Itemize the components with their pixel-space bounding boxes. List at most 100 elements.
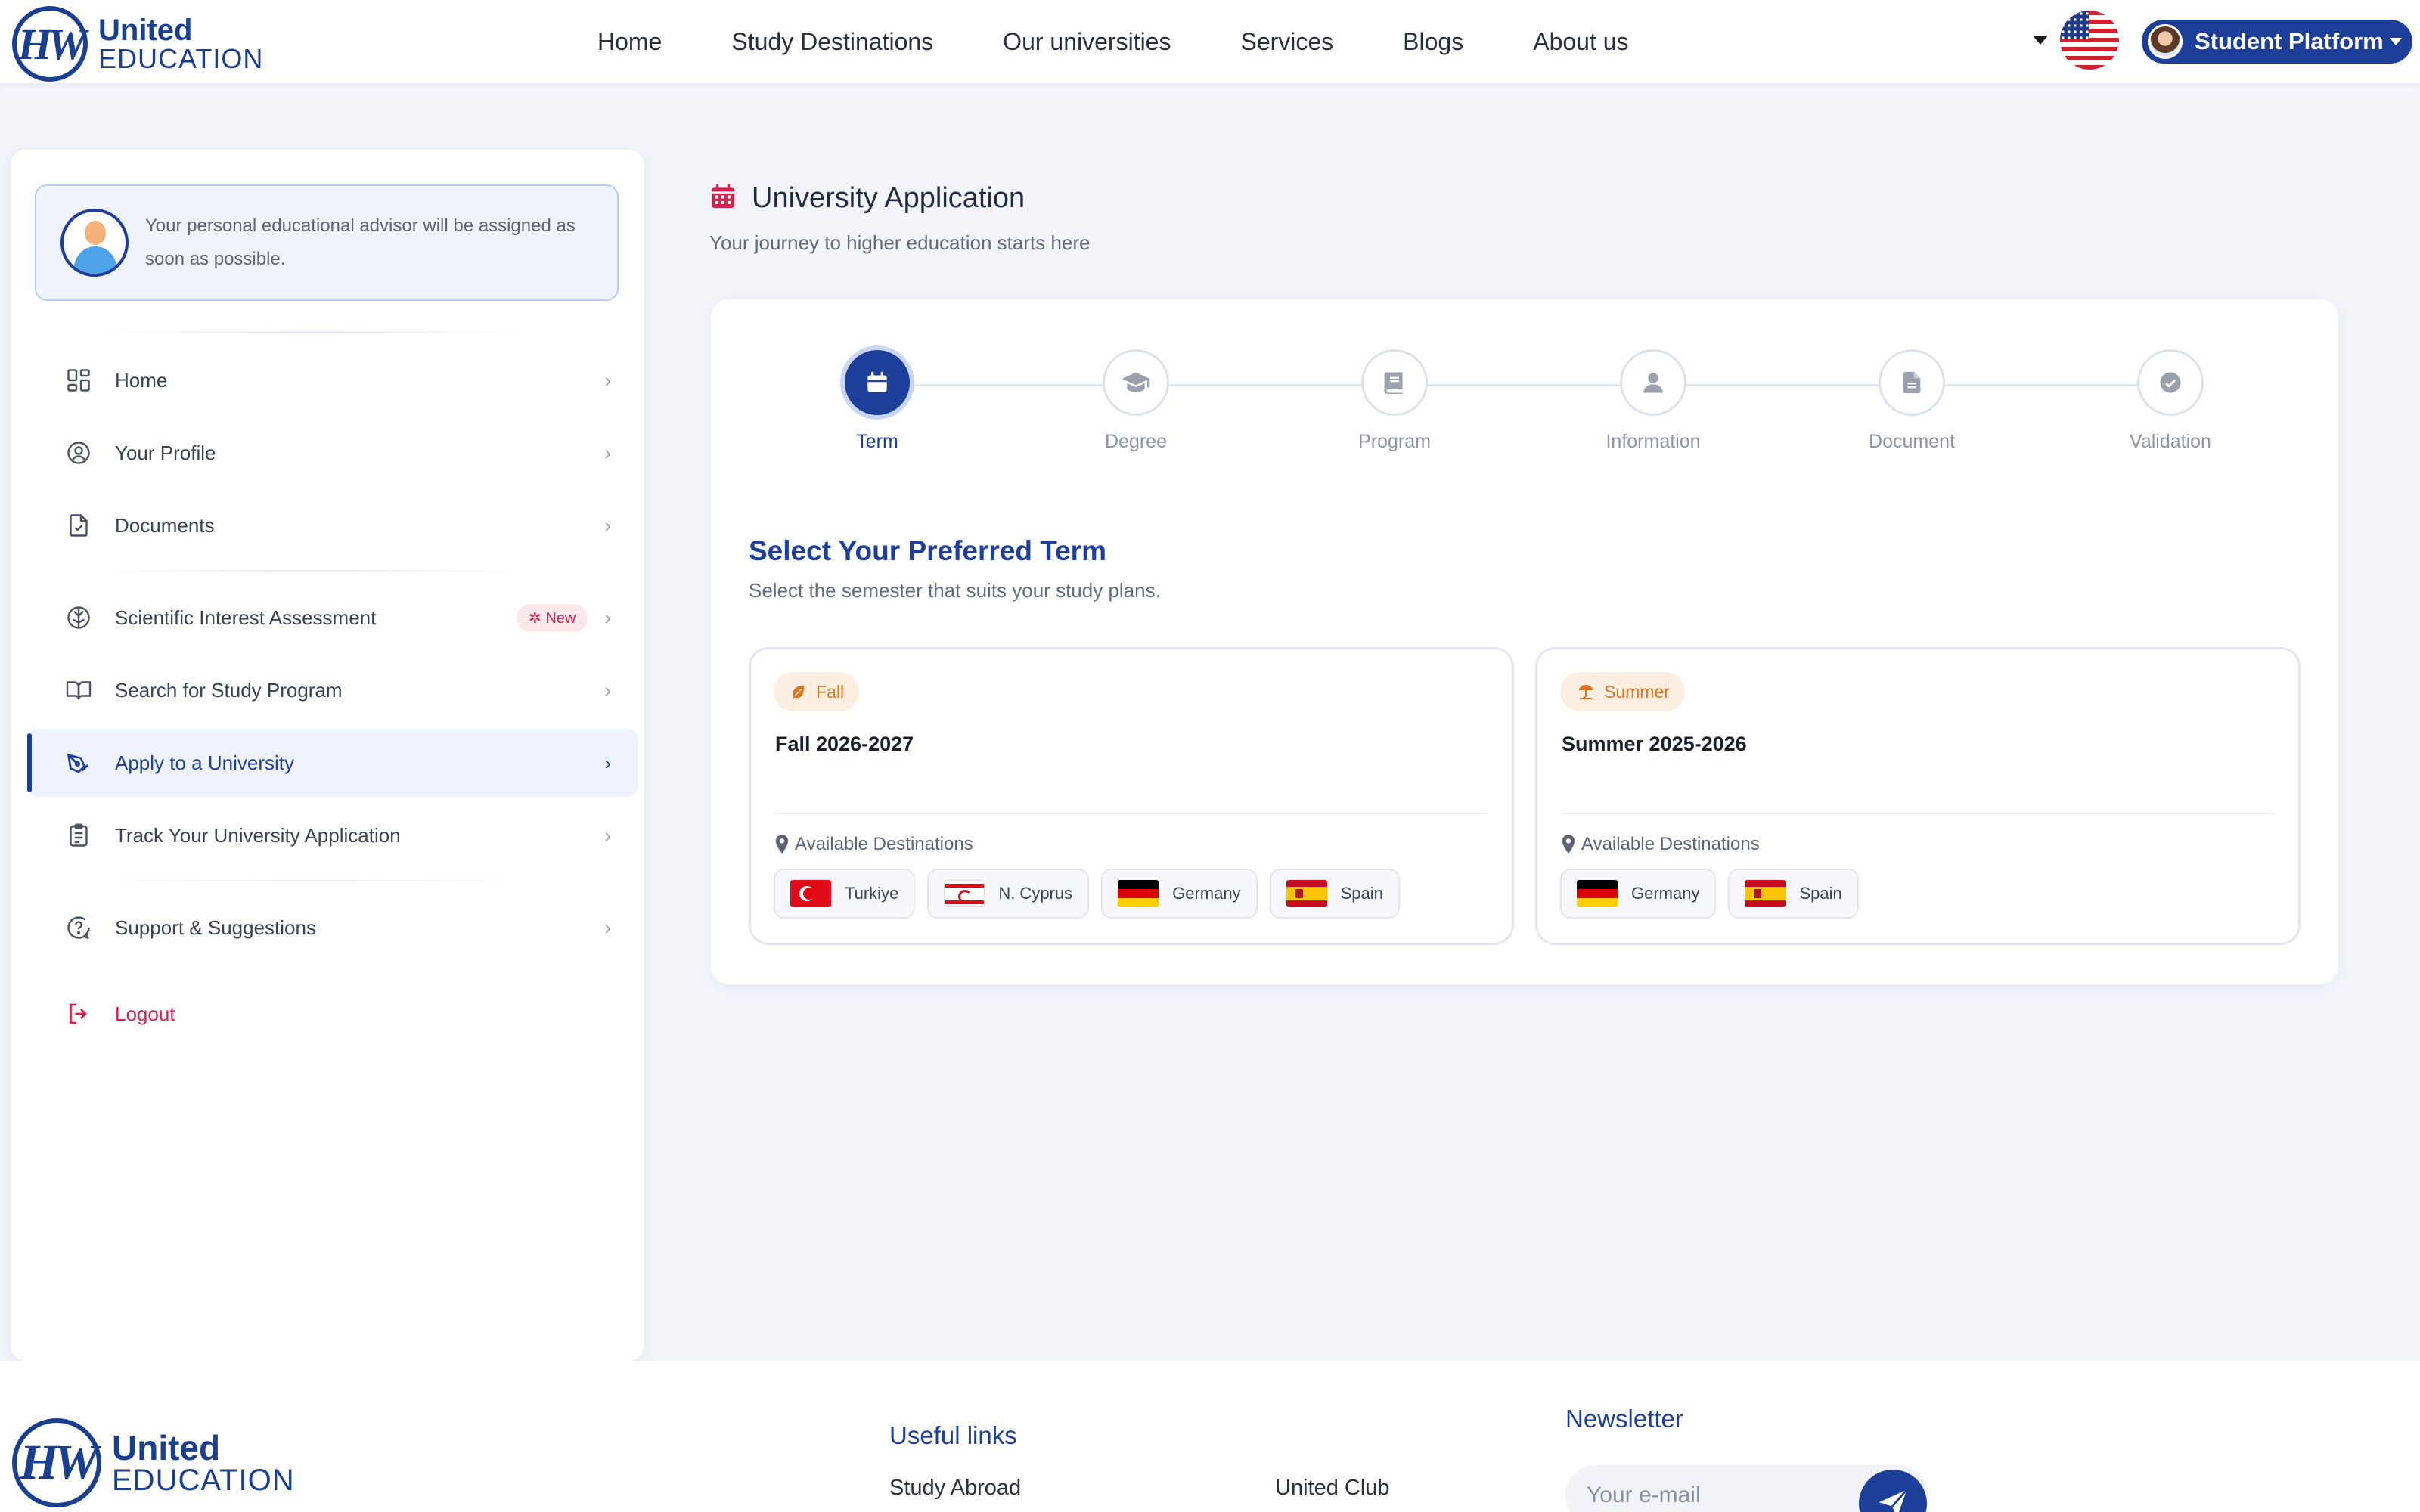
step-label: Program xyxy=(1358,431,1431,452)
sidebar-item-documents[interactable]: Documents › xyxy=(27,491,638,559)
available-destinations-label: Available Destinations xyxy=(1560,834,1760,855)
chevron-right-icon: › xyxy=(604,368,611,392)
sidebar: Your personal educational advisor will b… xyxy=(11,150,644,1361)
destination-name: Spain xyxy=(1799,884,1842,903)
nav-home[interactable]: Home xyxy=(597,28,662,56)
chevron-right-icon: › xyxy=(604,606,611,629)
sidebar-divider xyxy=(101,880,525,881)
sidebar-item-label: Logout xyxy=(115,1002,175,1025)
user-circle-icon xyxy=(62,436,95,469)
advisor-text: Your personal educational advisor will b… xyxy=(145,215,576,269)
nav-services[interactable]: Services xyxy=(1240,28,1333,56)
spain-flag-icon xyxy=(1286,880,1327,907)
sidebar-item-support-suggestions[interactable]: Support & Suggestions › xyxy=(27,894,638,962)
term-card-fall[interactable]: Fall Fall 2026-2027 Available Destinatio… xyxy=(749,647,1514,945)
step-program[interactable]: Program xyxy=(1304,349,1485,453)
destination-name: N. Cyprus xyxy=(998,884,1073,903)
sidebar-item-scientific-interest-assessment[interactable]: Scientific Interest Assessment ✲ New › xyxy=(27,584,638,652)
sidebar-item-search-study-program[interactable]: Search for Study Program › xyxy=(27,656,638,724)
chevron-right-icon: › xyxy=(604,678,611,702)
user-icon xyxy=(1620,349,1686,416)
destination-name: Germany xyxy=(1172,884,1241,903)
caret-down-icon xyxy=(2033,36,2048,45)
term-name: Summer 2025-2026 xyxy=(1562,733,1747,755)
step-label: Information xyxy=(1606,431,1701,452)
sidebar-item-label: Home xyxy=(115,368,168,392)
beach-umbrella-icon xyxy=(1579,685,1593,699)
logo-mark: HW xyxy=(12,6,88,82)
available-destinations-text: Available Destinations xyxy=(795,834,973,854)
document-icon xyxy=(1879,349,1945,416)
logout-icon xyxy=(62,997,95,1030)
spain-flag-icon xyxy=(1745,880,1786,907)
sidebar-item-label: Your Profile xyxy=(115,441,216,464)
nav-study-destinations[interactable]: Study Destinations xyxy=(731,28,933,56)
step-label: Document xyxy=(1869,431,1955,452)
logo-line-1: United xyxy=(98,14,193,47)
sidebar-item-track-application[interactable]: Track Your University Application › xyxy=(27,801,638,869)
destination-chip-spain[interactable]: Spain xyxy=(1269,869,1400,919)
nav-our-universities[interactable]: Our universities xyxy=(1003,28,1171,56)
destination-list: Germany Spain xyxy=(1560,869,1871,919)
sidebar-item-apply-to-university[interactable]: Apply to a University › xyxy=(27,729,638,797)
step-label: Degree xyxy=(1105,431,1167,452)
section-subtitle: Select the semester that suits your stud… xyxy=(749,579,1161,602)
turkiye-flag-icon xyxy=(790,880,831,907)
footer: HW United EDUCATION Useful links Study A… xyxy=(0,1361,2420,1512)
sidebar-item-your-profile[interactable]: Your Profile › xyxy=(27,419,638,487)
sidebar-item-home[interactable]: Home › xyxy=(27,346,638,414)
destination-chip-germany[interactable]: Germany xyxy=(1101,869,1258,919)
map-pin-icon xyxy=(775,835,789,854)
new-badge-label: New xyxy=(545,609,576,627)
sidebar-item-label: Search for Study Program xyxy=(115,678,343,702)
chevron-down-icon xyxy=(2390,38,2402,45)
check-circle-icon xyxy=(2137,349,2204,416)
sidebar-item-label: Apply to a University xyxy=(115,751,294,774)
student-platform-label: Student Platform xyxy=(2195,28,2384,54)
term-badge-label: Fall xyxy=(816,681,845,702)
step-validation[interactable]: Validation xyxy=(2080,349,2261,453)
available-destinations-label: Available Destinations xyxy=(774,834,973,855)
chevron-right-icon: › xyxy=(604,751,611,774)
step-term[interactable]: Term xyxy=(786,345,968,453)
student-platform-button[interactable]: Student Platform xyxy=(2142,20,2412,64)
term-card-summer[interactable]: Summer Summer 2025-2026 Available Destin… xyxy=(1535,647,2301,945)
term-badge-label: Summer xyxy=(1604,681,1670,702)
logo-text: United EDUCATION xyxy=(112,1430,295,1495)
germany-flag-icon xyxy=(1118,880,1159,907)
graduation-cap-icon xyxy=(1103,349,1169,416)
logo-line-2: EDUCATION xyxy=(112,1464,295,1497)
step-information[interactable]: Information xyxy=(1562,349,1744,453)
section-title: Select Your Preferred Term xyxy=(749,535,1106,566)
footer-logo[interactable]: HW United EDUCATION xyxy=(12,1418,295,1507)
clipboard-icon xyxy=(62,819,95,852)
destination-chip-spain[interactable]: Spain xyxy=(1728,869,1859,919)
nav-about-us[interactable]: About us xyxy=(1533,28,1628,56)
step-document[interactable]: Document xyxy=(1821,349,2003,453)
new-badge: ✲ New xyxy=(516,603,588,632)
pen-tool-icon xyxy=(62,746,95,779)
destination-chip-germany[interactable]: Germany xyxy=(1560,869,1717,919)
logo-mark-text: HW xyxy=(17,19,87,69)
destination-chip-turkiye[interactable]: Turkiye xyxy=(774,869,916,919)
sidebar-item-logout[interactable]: Logout xyxy=(27,980,638,1048)
step-label: Validation xyxy=(2130,431,2211,452)
destination-chip-n-cyprus[interactable]: N. Cyprus xyxy=(927,869,1090,919)
nav-blogs[interactable]: Blogs xyxy=(1403,28,1463,56)
leaf-icon xyxy=(792,685,805,699)
destination-name: Germany xyxy=(1631,884,1700,903)
footer-link-united-club[interactable]: United Club xyxy=(1275,1476,1390,1501)
sidebar-divider xyxy=(101,570,525,572)
brand-logo[interactable]: HW United EDUCATION xyxy=(12,6,263,82)
logo-mark-text: HW xyxy=(19,1435,98,1490)
top-bar: HW United EDUCATION Home Study Destinati… xyxy=(0,0,2420,83)
language-selector[interactable] xyxy=(2033,11,2119,70)
logo-line-1: United xyxy=(112,1428,221,1467)
chevron-right-icon: › xyxy=(604,916,611,939)
term-divider xyxy=(775,813,1488,814)
main-nav: Home Study Destinations Our universities… xyxy=(597,0,1699,83)
footer-link-study-abroad[interactable]: Study Abroad xyxy=(889,1476,1021,1501)
book-icon xyxy=(1361,349,1428,416)
help-circle-icon xyxy=(62,911,95,944)
step-degree[interactable]: Degree xyxy=(1045,349,1227,453)
